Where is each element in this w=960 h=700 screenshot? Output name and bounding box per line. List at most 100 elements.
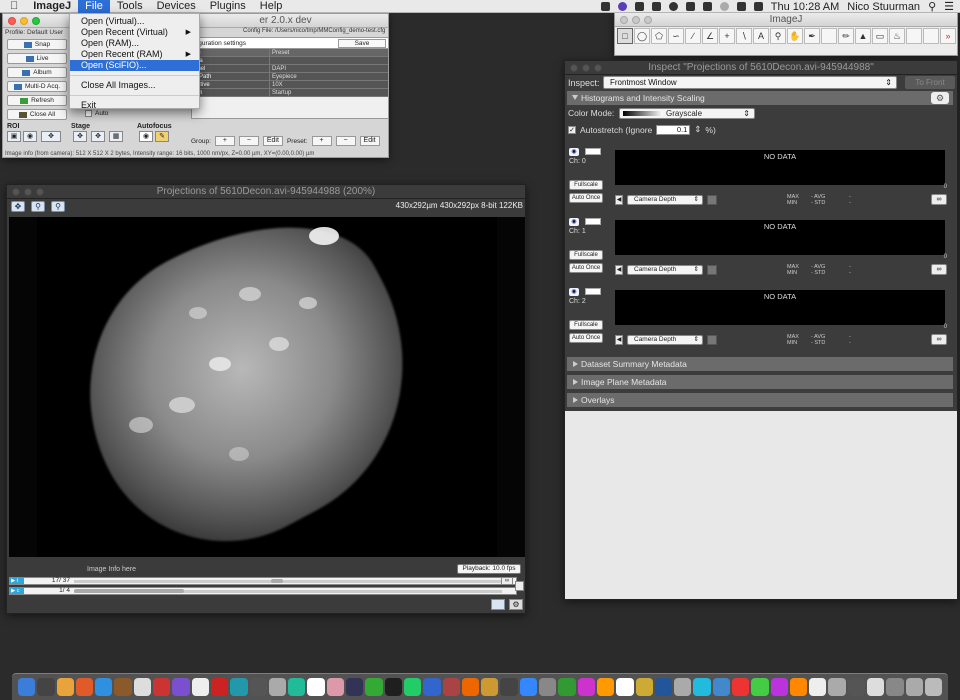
table-row[interactable]: ective 10X <box>192 81 388 89</box>
menu-devices[interactable]: Devices <box>150 0 203 13</box>
line-tool-icon[interactable]: ∕ <box>685 28 701 44</box>
minimize-icon[interactable] <box>632 16 640 24</box>
close-icon[interactable] <box>620 16 628 24</box>
section-histograms[interactable]: Histograms and Intensity Scaling ⚙ <box>567 91 953 105</box>
link-icon[interactable]: ∞ <box>931 334 947 345</box>
dock-app-icon[interactable] <box>210 678 229 696</box>
preset-add-button[interactable]: + <box>311 136 332 146</box>
minimize-icon[interactable] <box>20 17 28 25</box>
table-row[interactable]: ptPath Eyepiece <box>192 73 388 81</box>
multi-d-acq-button[interactable]: Multi-D Acq. <box>7 81 67 92</box>
close-icon[interactable] <box>8 17 16 25</box>
inspect-select[interactable]: Frontmost Window ⇕ <box>603 76 897 89</box>
pencil-tool-icon[interactable]: ✏ <box>838 28 854 44</box>
oval-tool-icon[interactable]: ◯ <box>634 28 650 44</box>
roi-center-icon[interactable]: ◉ <box>23 131 37 142</box>
dock-app-icon[interactable] <box>423 678 441 696</box>
minimize-icon[interactable] <box>24 188 32 196</box>
menu-item-open-recent-virtual[interactable]: Open Recent (Virtual) ▶ <box>70 27 199 38</box>
dock-app-icon[interactable] <box>886 678 904 696</box>
stepper-icon[interactable]: ⇕ <box>694 124 701 135</box>
point-tool-icon[interactable]: + <box>719 28 735 44</box>
dock-app-icon[interactable] <box>249 678 267 696</box>
axis-scrollbar-t[interactable]: ▶ t 17/ 37 <box>9 577 517 585</box>
stage-move-icon[interactable]: ✥ <box>73 131 87 142</box>
histogram[interactable]: NO DATA <box>615 220 945 255</box>
chevron-right-icon[interactable] <box>707 335 717 345</box>
dock-app-icon[interactable] <box>442 678 460 696</box>
empty-tool-slot[interactable] <box>906 28 922 44</box>
eraser-tool-icon[interactable]: ▭ <box>872 28 888 44</box>
menu-file[interactable]: File <box>78 0 110 13</box>
dock-app-icon[interactable] <box>731 678 750 696</box>
dock-app-icon[interactable] <box>558 678 576 696</box>
notification-center-icon[interactable]: ☰ <box>944 0 954 13</box>
group-add-button[interactable]: + <box>214 136 235 146</box>
scroll-thumb[interactable] <box>270 578 283 583</box>
roi-full-icon[interactable]: ✥ <box>41 131 61 142</box>
fullscale-button[interactable]: Fullscale <box>569 180 603 190</box>
album-button[interactable]: Album <box>7 67 67 78</box>
range-select[interactable]: Camera Depth ⇕ <box>627 335 703 345</box>
live-button[interactable]: Live <box>7 53 67 64</box>
gear-icon[interactable]: ⚙ <box>931 92 949 104</box>
dock-app-icon[interactable] <box>384 678 402 696</box>
dock-app-icon[interactable] <box>346 678 364 696</box>
eye-icon[interactable]: ◉ <box>569 148 579 156</box>
dropbox-icon[interactable] <box>634 2 644 11</box>
stage-list-icon[interactable]: ▦ <box>109 131 123 142</box>
app-menu[interactable]: ImageJ <box>26 0 78 13</box>
flood-fill-tool-icon[interactable]: ♨ <box>889 28 905 44</box>
dock-app-icon[interactable] <box>114 678 132 696</box>
link-icon[interactable]: ∞ <box>931 194 947 205</box>
dock-app-icon[interactable] <box>654 678 673 696</box>
dock-app-icon[interactable] <box>867 678 885 696</box>
dock-app-icon[interactable] <box>847 678 866 696</box>
dock-app-icon[interactable] <box>230 678 248 696</box>
image-canvas[interactable] <box>9 217 525 557</box>
dock-app-icon[interactable] <box>809 678 827 696</box>
menu-plugins[interactable]: Plugins <box>203 0 253 13</box>
wand-tool-icon[interactable]: ∖ <box>736 28 752 44</box>
dock-app-icon[interactable] <box>326 678 345 696</box>
menu-item-open-ram[interactable]: Open (RAM)... <box>70 38 199 49</box>
chevron-right-icon[interactable] <box>707 195 717 205</box>
table-row[interactable]: emStartup <box>192 89 388 97</box>
chevron-left-icon[interactable]: ◀ <box>615 195 623 205</box>
fullscale-button[interactable]: Fullscale <box>569 320 603 330</box>
dock-app-icon[interactable] <box>770 678 788 696</box>
time-machine-icon[interactable] <box>668 2 678 11</box>
polygon-tool-icon[interactable]: ⬠ <box>651 28 667 44</box>
dock-app-icon[interactable] <box>693 678 711 696</box>
dock-app-icon[interactable] <box>268 678 287 696</box>
menu-item-close-all-images[interactable]: Close All Images... <box>70 80 199 91</box>
magnifier-tool-icon[interactable]: ⚲ <box>770 28 786 44</box>
channel-color-swatch[interactable] <box>585 218 601 225</box>
dock-app-icon[interactable] <box>539 678 557 696</box>
channel-color-swatch[interactable] <box>585 288 601 295</box>
preset-edit-button[interactable]: Edit <box>359 136 380 146</box>
status-icon[interactable] <box>719 2 729 11</box>
dropper-tool-icon[interactable]: ✒ <box>804 28 820 44</box>
dock-app-icon[interactable] <box>75 678 94 696</box>
table-row[interactable]: nnelDAPI <box>192 65 388 73</box>
histogram[interactable]: NO DATA <box>615 150 945 185</box>
user-name[interactable]: Nico Stuurman <box>847 1 920 13</box>
dock-app-icon[interactable] <box>751 678 769 696</box>
roi-set-icon[interactable]: ▣ <box>7 131 21 142</box>
dock-app-icon[interactable] <box>519 678 538 696</box>
auto-once-button[interactable]: Auto Once <box>569 333 603 343</box>
group-edit-button[interactable]: Edit <box>262 136 283 146</box>
spotlight-icon[interactable]: ⚲ <box>928 0 936 13</box>
zoom-icon[interactable] <box>644 16 652 24</box>
range-select[interactable]: Camera Depth ⇕ <box>627 195 703 205</box>
eject-icon[interactable] <box>702 2 712 11</box>
autofocus-icon[interactable]: ◉ <box>139 131 153 142</box>
empty-tool-slot[interactable] <box>923 28 939 44</box>
dock-app-icon[interactable] <box>288 678 306 696</box>
dock-app-icon[interactable] <box>924 678 943 696</box>
histogram[interactable]: NO DATA <box>615 290 945 325</box>
save-icon[interactable] <box>491 599 505 610</box>
auto-shutter-checkbox[interactable]: Auto <box>85 110 108 117</box>
group-remove-button[interactable]: − <box>238 136 259 146</box>
